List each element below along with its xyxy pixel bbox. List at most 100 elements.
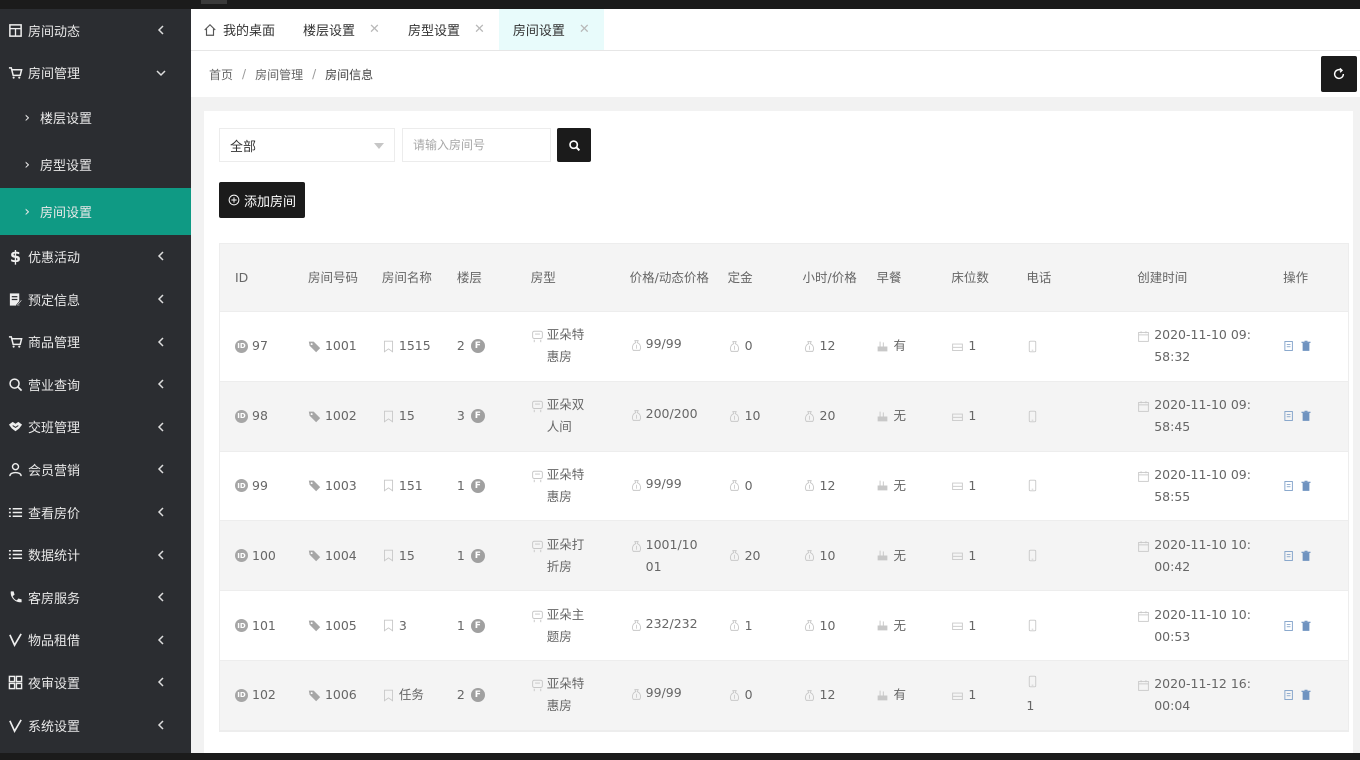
breadcrumb-room-management[interactable]: 房间管理 <box>255 66 303 83</box>
check-icon <box>0 718 28 733</box>
sidebar-subitem-room-type-settings[interactable]: › 房型设置 <box>0 141 191 189</box>
search-icon <box>568 139 580 151</box>
close-icon[interactable]: ✕ <box>579 22 590 37</box>
room-type-text: 亚朵特惠房 <box>531 464 595 508</box>
breadcrumb-room-info: 房间信息 <box>325 67 374 82</box>
cell-floor: 2F <box>442 684 516 706</box>
header-id: ID <box>235 269 249 285</box>
cell-created-time: 2020-11-12 16:00:04 <box>1122 673 1268 717</box>
breakfast-icon <box>878 481 888 491</box>
money-bag-icon <box>729 341 739 352</box>
delete-icon[interactable] <box>1300 689 1312 701</box>
add-room-button[interactable]: 添加房间 <box>219 182 306 218</box>
room-type-text: 亚朵双人间 <box>531 394 595 438</box>
floor-select[interactable]: 全部 <box>219 128 395 162</box>
cell-price: 99/99 <box>615 333 713 359</box>
header-price: 价格/动态价格 <box>629 269 709 285</box>
mobile-icon <box>1029 676 1037 688</box>
sidebar-item-room-status[interactable]: 房间动态 <box>0 9 191 52</box>
sidebar-item-business-query[interactable]: 营业查询 <box>0 363 191 406</box>
delete-icon[interactable] <box>1300 550 1312 562</box>
sidebar-item-member-marketing[interactable]: 会员营销 <box>0 448 191 491</box>
cell-created-time: 2020-11-10 10:00:42 <box>1122 534 1268 578</box>
money-bag-icon <box>631 540 641 552</box>
tag-icon <box>308 481 321 492</box>
sidebar-item-room-management[interactable]: 房间管理 <box>0 52 191 95</box>
money-bag-icon <box>729 410 739 422</box>
chevron-left-icon <box>157 720 164 730</box>
edit-note-icon <box>0 292 28 307</box>
room-table: ID 房间号码 房间名称 楼层 房型 价格/动态价格 定金 小时/价格 早餐 床… <box>219 243 1349 732</box>
refresh-button[interactable] <box>1321 56 1357 92</box>
sidebar-subitem-floor-settings[interactable]: › 楼层设置 <box>0 94 191 142</box>
calendar-icon <box>1138 541 1150 552</box>
sidebar-item-promotions[interactable]: $ 优惠活动 <box>0 235 191 278</box>
cell-hourly-price: 10 <box>788 545 862 567</box>
mobile-icon <box>1029 619 1037 632</box>
breadcrumb-home[interactable]: 首页 <box>209 66 233 83</box>
chevron-left-icon <box>157 677 164 687</box>
money-bag-icon <box>631 480 641 491</box>
sidebar-item-item-rental[interactable]: 物品租借 <box>0 619 191 662</box>
delete-icon[interactable] <box>1300 340 1312 352</box>
floor-badge-icon: F <box>470 409 485 424</box>
sidebar-item-room-service[interactable]: 客房服务 <box>0 576 191 619</box>
search-button[interactable] <box>557 128 591 162</box>
room-type-icon <box>531 540 543 552</box>
room-number-input[interactable] <box>402 128 551 162</box>
tab-floor-settings[interactable]: 楼层设置 ✕ <box>289 9 394 50</box>
breakfast-icon <box>878 411 888 422</box>
sidebar-item-goods-management[interactable]: 商品管理 <box>0 320 191 363</box>
cell-created-time: 2020-11-10 09:58:55 <box>1122 464 1268 508</box>
cell-deposit: 0 <box>713 335 788 357</box>
cell-hourly-price: 10 <box>788 615 862 637</box>
tab-room-settings[interactable]: 房间设置 ✕ <box>498 9 604 50</box>
cell-hourly-price: 12 <box>788 475 862 497</box>
money-bag-icon <box>729 620 739 631</box>
list-icon <box>0 505 28 520</box>
edit-icon[interactable] <box>1283 340 1295 352</box>
cell-hourly-price: 20 <box>788 405 862 427</box>
header-created-time: 创建时间 <box>1137 269 1188 285</box>
delete-icon[interactable] <box>1300 620 1312 632</box>
edit-icon[interactable] <box>1283 410 1295 422</box>
bookmark-icon <box>383 410 393 423</box>
cell-beds: 1 <box>936 684 1011 706</box>
calendar-icon <box>1138 471 1150 482</box>
cell-phone <box>1011 410 1122 423</box>
sidebar-item-statistics[interactable]: 数据统计 <box>0 533 191 576</box>
tab-room-type-settings[interactable]: 房型设置 ✕ <box>394 9 499 50</box>
header-room-name: 房间名称 <box>381 269 432 285</box>
chevron-right-icon: › <box>24 203 30 220</box>
sidebar-item-night-audit[interactable]: 夜审设置 <box>0 661 191 704</box>
header-room-type: 房型 <box>530 269 556 285</box>
table-row: ID 102 1006 任务 2 F 亚朵特惠房 99/99 0 12 有 1 1 2020-11-12 … <box>220 660 1348 731</box>
header-room-number: 房间号码 <box>307 269 358 285</box>
id-icon: ID <box>235 549 248 563</box>
cell-room-name: 151 <box>367 475 442 497</box>
sidebar-subitem-room-settings[interactable]: › 房间设置 <box>0 188 191 236</box>
edit-icon[interactable] <box>1283 689 1295 701</box>
sidebar-item-system-settings[interactable]: 系统设置 <box>0 704 191 747</box>
sidebar-item-shift-management[interactable]: 交班管理 <box>0 406 191 449</box>
room-type-icon <box>531 470 543 483</box>
edit-icon[interactable] <box>1283 480 1295 492</box>
sidebar-item-view-prices[interactable]: 查看房价 <box>0 491 191 534</box>
close-icon[interactable]: ✕ <box>369 22 380 37</box>
edit-icon[interactable] <box>1283 620 1295 632</box>
tab-my-desktop[interactable]: 我的桌面 <box>191 9 289 50</box>
edit-icon[interactable] <box>1283 550 1295 562</box>
close-icon[interactable]: ✕ <box>474 22 485 37</box>
breadcrumb: 首页 / 房间管理 / 房间信息 <box>191 51 1360 97</box>
room-type-text: 亚朵主题房 <box>531 604 595 648</box>
cell-breakfast: 无 <box>861 615 936 637</box>
delete-icon[interactable] <box>1300 480 1312 492</box>
sidebar-item-reservations[interactable]: 预定信息 <box>0 278 191 321</box>
money-bag-icon <box>729 550 739 562</box>
top-bar <box>0 0 1360 9</box>
delete-icon[interactable] <box>1300 410 1312 422</box>
building-icon <box>0 23 28 38</box>
mobile-icon <box>1029 480 1037 492</box>
bottom-bar <box>0 753 1360 760</box>
cell-beds: 1 <box>936 615 1011 637</box>
